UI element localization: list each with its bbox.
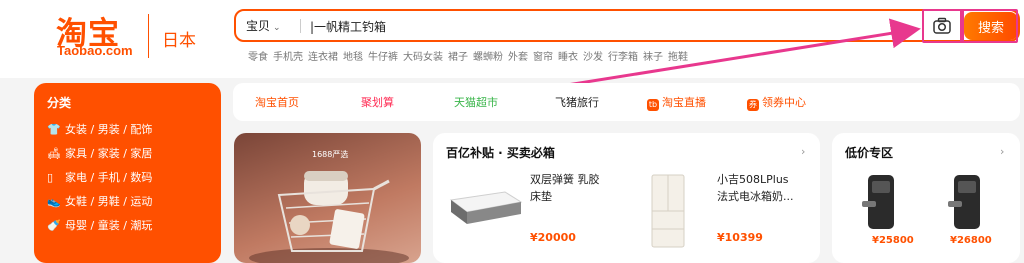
category-row[interactable]: 👕 女装 / 男装 / 配饰 <box>47 121 152 137</box>
channel-nav: 淘宝首页 聚划算 天猫超市 飞猪旅行 tb 淘宝直播 券领券中心 <box>233 83 1020 121</box>
promo-banner[interactable]: 1688严选 <box>234 133 421 263</box>
hot-word-link[interactable]: 零食 <box>248 52 268 63</box>
category-panel: 分类 👕 女装 / 男装 / 配饰 🛋 家具 / 家装 / 家居 ▯ 家电 / 手机 … <box>34 83 221 263</box>
refrigerator-image <box>651 174 685 248</box>
mattress-image <box>449 191 523 224</box>
baby-icon: 🍼 <box>47 219 61 232</box>
nav-label: 淘宝直播 <box>662 96 706 109</box>
hot-word-link[interactable]: 牛仔裤 <box>368 52 398 63</box>
chevron-right-icon[interactable]: › <box>801 145 805 158</box>
phone-icon: ▯ <box>47 171 54 184</box>
low-price-panel: 低价专区 › ¥25800 ¥26800 <box>832 133 1020 263</box>
category-label: 女装 / 男装 / 配饰 <box>65 123 153 136</box>
category-row[interactable]: 🛋 家具 / 家装 / 家居 <box>47 145 152 161</box>
camera-highlight-box <box>922 9 964 43</box>
search-scope-select[interactable]: 宝贝 ⌄ <box>246 17 281 34</box>
chevron-right-icon[interactable]: › <box>1000 145 1004 158</box>
hot-word-link[interactable]: 外套 <box>508 52 528 63</box>
product-name: 法式电冰箱奶... <box>717 190 794 203</box>
hot-search-words: 零食 手机壳 连衣裙 地毯 牛仔裤 大码女装 裙子 螺蛳粉 外套 窗帘 睡衣 沙发 行李箱 袜子 拖鞋 <box>248 48 693 63</box>
product-price: ¥26800 <box>950 235 992 246</box>
smart-lock-image <box>862 175 894 229</box>
nav-label: 领券中心 <box>762 96 806 109</box>
coupon-icon: 券 <box>747 99 759 111</box>
product-price: ¥20000 <box>530 231 576 244</box>
taobao-logo[interactable]: 淘宝 Taobao.com 日本 <box>56 8 206 68</box>
search-highlight-box <box>960 9 1018 43</box>
logo-divider <box>148 14 149 58</box>
hot-word-link[interactable]: 行李箱 <box>608 52 638 63</box>
scope-divider <box>300 19 301 33</box>
nav-taobao-live[interactable]: tb 淘宝直播 <box>647 94 706 111</box>
subsidy-panel: 百亿补贴 · 买卖必箱 › 双层弹簧 乳胶 床垫 ¥20000 小吉508LPl… <box>433 133 820 263</box>
subsidy-title: 百亿补贴 · 买卖必箱 <box>446 146 555 160</box>
product-name: 床垫 <box>530 190 552 203</box>
top-header: 淘宝 Taobao.com 日本 宝贝⌄ 搜索 零食手机壳连衣裙地毯牛仔裤大码女… <box>0 0 1024 78</box>
logo-english: Taobao.com <box>57 43 133 58</box>
category-label: 女鞋 / 男鞋 / 运动 <box>65 195 153 208</box>
hot-word-link[interactable]: 手机壳 <box>273 52 303 63</box>
hot-word-link[interactable]: 拖鞋 <box>668 52 688 63</box>
nav-taobao-home[interactable]: 淘宝首页 <box>255 94 299 110</box>
category-row[interactable]: 🍼 母婴 / 童装 / 潮玩 <box>47 217 152 233</box>
live-icon: tb <box>647 99 659 111</box>
hot-word-link[interactable]: 地毯 <box>343 52 363 63</box>
hot-word-link[interactable]: 连衣裙 <box>308 52 338 63</box>
smart-lock-image <box>948 175 980 229</box>
nav-coupon-center[interactable]: 券领券中心 <box>747 94 806 111</box>
nav-juhuasuan[interactable]: 聚划算 <box>361 94 394 110</box>
category-row[interactable]: 👟 女鞋 / 男鞋 / 运动 <box>47 193 152 209</box>
chevron-down-icon: ⌄ <box>273 23 281 33</box>
hot-word-link[interactable]: 袜子 <box>643 52 663 63</box>
category-row[interactable]: ▯ 家电 / 手机 / 数码 <box>47 169 152 185</box>
category-label: 家具 / 家装 / 家居 <box>65 147 153 160</box>
category-label: 母婴 / 童装 / 潮玩 <box>65 219 153 232</box>
hot-word-link[interactable]: 裙子 <box>448 52 468 63</box>
search-scope-label: 宝贝 <box>246 19 271 33</box>
region-label: 日本 <box>162 31 196 51</box>
hot-word-link[interactable]: 窗帘 <box>533 52 553 63</box>
nav-tmall-supermarket[interactable]: 天猫超市 <box>454 94 498 110</box>
hot-word-link[interactable]: 沙发 <box>583 52 603 63</box>
category-title: 分类 <box>47 96 72 110</box>
product-name: 双层弹簧 乳胶 <box>530 173 600 186</box>
low-price-title: 低价专区 <box>845 146 894 160</box>
hot-word-link[interactable]: 睡衣 <box>558 52 578 63</box>
search-input[interactable] <box>310 17 910 35</box>
product-name: 小吉508LPlus <box>717 173 789 186</box>
product-price: ¥10399 <box>717 231 763 244</box>
hot-word-link[interactable]: 螺蛳粉 <box>473 52 503 63</box>
shopping-cart-image <box>249 171 409 263</box>
shirt-icon: 👕 <box>47 123 61 136</box>
product-price: ¥25800 <box>872 235 914 246</box>
hot-word-link[interactable]: 大码女装 <box>403 52 443 63</box>
sofa-icon: 🛋 <box>47 147 61 160</box>
shoe-icon: 👟 <box>47 195 61 208</box>
category-label: 家电 / 手机 / 数码 <box>65 171 153 184</box>
nav-fliggy[interactable]: 飞猪旅行 <box>555 94 599 110</box>
search-bar: 宝贝⌄ 搜索 <box>234 9 1020 42</box>
